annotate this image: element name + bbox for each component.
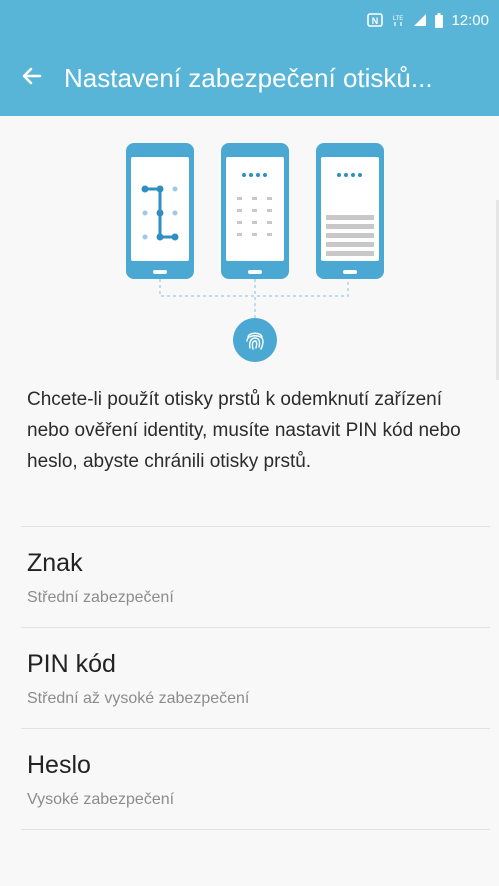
status-bar: N LTE 12:00	[0, 0, 499, 40]
option-title: Heslo	[27, 751, 91, 779]
arrow-left-icon	[20, 64, 44, 93]
option-subtitle: Vysoké zabezpečení	[27, 791, 175, 808]
option-subtitle: Střední zabezpečení	[27, 589, 174, 606]
option-pin[interactable]: PIN kód Střední až vysoké zabezpečení	[0, 628, 499, 728]
option-title: Znak	[27, 549, 83, 577]
option-subtitle: Střední až vysoké zabezpečení	[27, 690, 250, 707]
divider	[21, 829, 490, 830]
page-title: Nastavení zabezpečení otisků...	[64, 62, 433, 93]
battery-icon	[435, 12, 444, 28]
lock-type-illustration	[0, 116, 499, 376]
lte-icon: LTE	[391, 13, 405, 27]
description-text: Chcete-li použít otisky prstů k odemknut…	[27, 389, 461, 472]
pin-phone-illustration	[221, 143, 289, 279]
pattern-phone-illustration	[126, 143, 194, 279]
app-bar: Nastavení zabezpečení otisků...	[0, 40, 499, 116]
password-phone-illustration	[316, 143, 384, 279]
status-time: 12:00	[451, 11, 489, 29]
option-password[interactable]: Heslo Vysoké zabezpečení	[0, 729, 499, 829]
nfc-icon: N	[367, 13, 384, 27]
back-button[interactable]	[0, 40, 64, 116]
option-title: PIN kód	[27, 650, 116, 678]
svg-text:LTE: LTE	[393, 16, 404, 22]
fingerprint-icon	[233, 318, 277, 362]
svg-text:N: N	[372, 16, 379, 26]
signal-icon	[413, 13, 427, 27]
option-pattern[interactable]: Znak Střední zabezpečení	[0, 527, 499, 627]
